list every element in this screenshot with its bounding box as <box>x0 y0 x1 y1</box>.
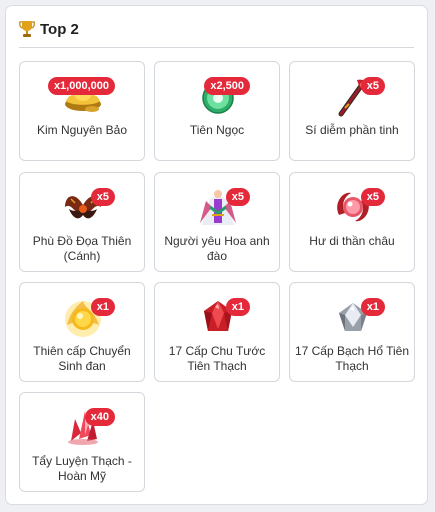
reward-card-17-cap-chu-tuoc-tien-thach[interactable]: x1 17 Cấp Chu Tước Tiên Thạch <box>154 282 280 382</box>
header-divider <box>19 47 414 48</box>
item-name: Thiên cấp Chuyển Sinh đan <box>33 344 131 373</box>
reward-card-phu-do-doa-thien[interactable]: x5 Phù Đồ Đọa Thiên (Cánh) <box>19 172 145 272</box>
item-name: Hư di thần châu <box>309 234 395 248</box>
trophy-icon <box>19 21 35 37</box>
quantity-badge: x2,500 <box>204 77 250 95</box>
item-name: Người yêu Hoa anh đào <box>164 234 270 263</box>
quantity-badge: x1,000,000 <box>47 77 115 95</box>
item-name: Sí diễm phần tinh <box>305 123 399 137</box>
item-name: Phù Đồ Đọa Thiên (Cánh) <box>32 234 132 263</box>
reward-card-si-diem-phan-tinh[interactable]: x5 Sí diễm phần tinh <box>289 61 415 161</box>
item-name: 17 Cấp Bạch Hổ Tiên Thạch <box>294 344 410 373</box>
quantity-badge: x5 <box>360 188 385 206</box>
quantity-badge: x5 <box>360 77 385 95</box>
reward-card-tien-ngoc[interactable]: x2,500 Tiên Ngọc <box>154 61 280 161</box>
quantity-badge: x5 <box>225 188 250 206</box>
item-name: 17 Cấp Chu Tước Tiên Thạch <box>168 344 266 373</box>
item-name: Kim Nguyên Bảo <box>36 123 128 137</box>
reward-card-tay-luyen-thach-hoan-my[interactable]: x40 Tẩy Luyện Thạch - Hoàn Mỹ <box>19 392 145 492</box>
reward-card-nguoi-yeu-hoa-anh-dao[interactable]: x5 Người yêu Hoa anh đào <box>154 172 280 272</box>
quantity-badge: x1 <box>360 298 385 316</box>
item-name: Tẩy Luyện Thạch - Hoàn Mỹ <box>32 454 132 483</box>
reward-panel: Top 2 x1,000,000 Kim Nguyên Bảo x2,500 T… <box>5 5 428 505</box>
reward-card-hu-di-than-chau[interactable]: x5 Hư di thần châu <box>289 172 415 272</box>
quantity-badge: x5 <box>90 188 115 206</box>
reward-card-thien-cap-chuyen-sinh-dan[interactable]: x1 Thiên cấp Chuyển Sinh đan <box>19 282 145 382</box>
panel-header: Top 2 <box>19 18 79 40</box>
quantity-badge: x1 <box>225 298 250 316</box>
quantity-badge: x1 <box>90 298 115 316</box>
reward-card-17-cap-bach-ho-tien-thach[interactable]: x1 17 Cấp Bạch Hổ Tiên Thạch <box>289 282 415 382</box>
panel-title: Top 2 <box>40 20 79 38</box>
item-name: Tiên Ngọc <box>189 123 245 137</box>
reward-card-kim-nguyen-bao[interactable]: x1,000,000 Kim Nguyên Bảo <box>19 61 145 161</box>
quantity-badge: x40 <box>84 408 115 426</box>
